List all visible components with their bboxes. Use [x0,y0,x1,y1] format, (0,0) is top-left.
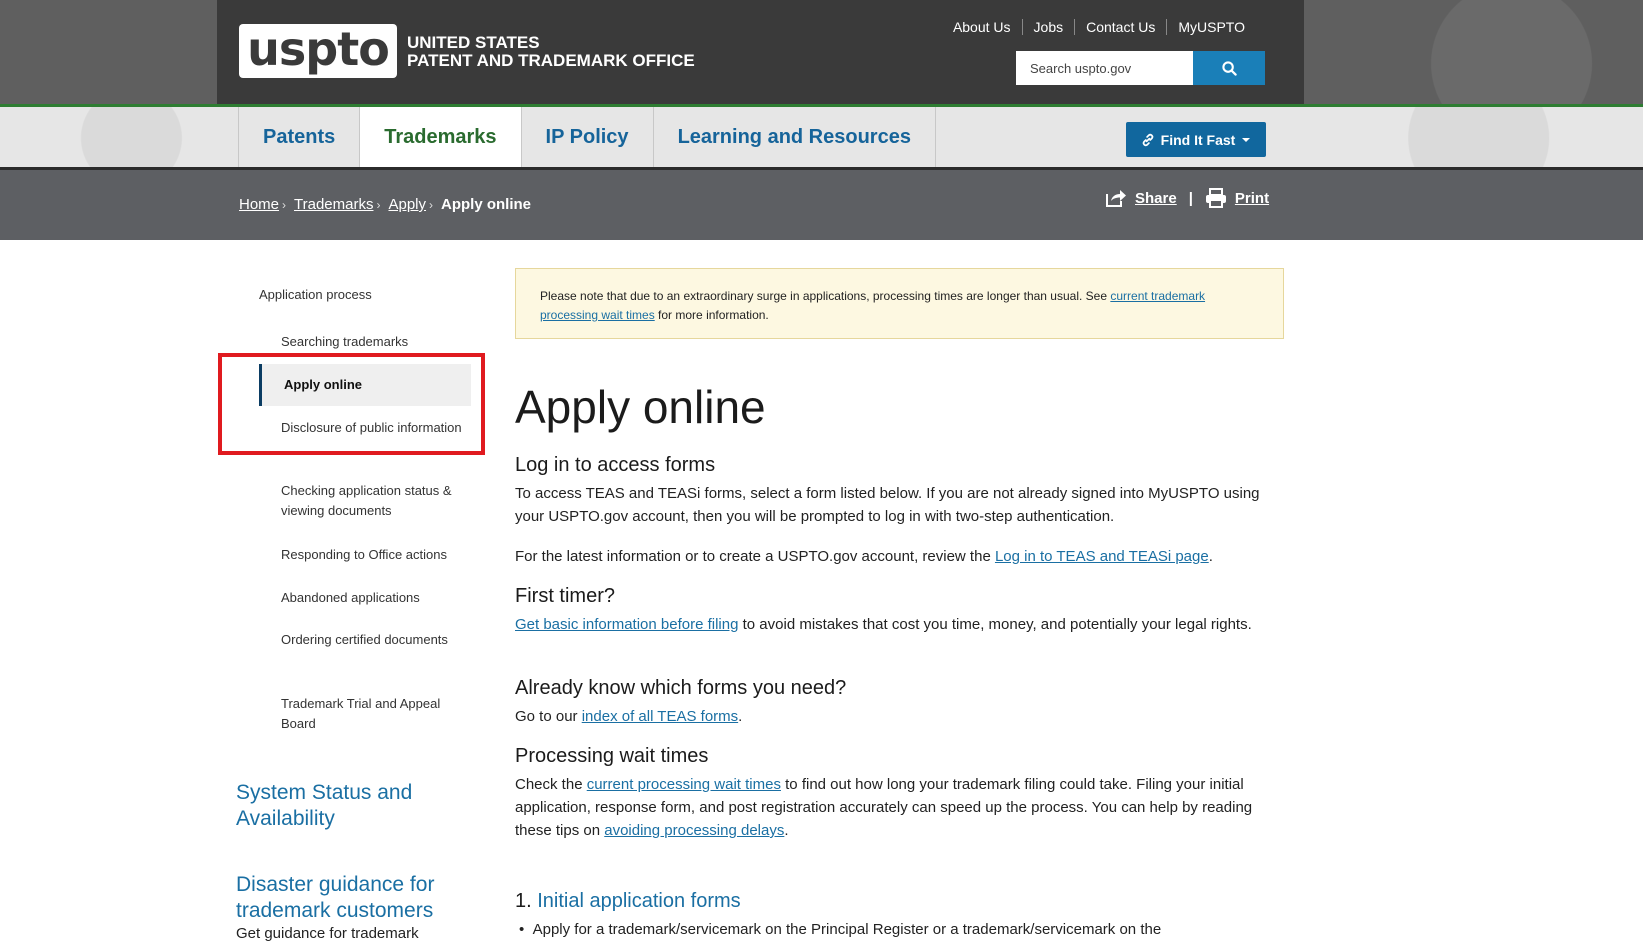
heading-login: Log in to access forms [515,454,716,476]
chevron-right-icon: › [376,197,381,212]
login-teas-link[interactable]: Log in to TEAS and TEASi page [995,548,1209,565]
page-title: Apply online [515,381,766,433]
nav-trademarks[interactable]: Trademarks [359,107,522,167]
sidebar-item-abandoned[interactable]: Abandoned applications [259,588,471,608]
util-link-jobs[interactable]: Jobs [1021,19,1075,35]
wait-times-link[interactable]: current processing wait times [587,776,781,793]
list-item-text: Apply for a trademark/servicemark on the… [532,921,1162,938]
wait-before: Check the [515,776,587,793]
paragraph-wait-times: Check the current processing wait times … [515,773,1285,842]
util-link-myuspto[interactable]: MyUSPTO [1166,19,1256,35]
initial-forms-link[interactable]: Initial application forms [537,890,740,912]
search-button[interactable] [1193,51,1265,85]
heading-first-timer: First timer? [515,585,615,607]
share-print-divider: | [1188,189,1193,207]
sidebar-item-ordering[interactable]: Ordering certified documents [259,630,471,650]
wait-after: . [784,822,789,839]
search-icon [1221,60,1237,76]
sidebar-item-ttab[interactable]: Trademark Trial and Appeal Board [259,694,471,734]
login-p2-after: . [1208,548,1213,565]
main-nav: Patents Trademarks IP Policy Learning an… [238,107,936,167]
nav-patents[interactable]: Patents [238,107,361,167]
know-before: Go to our [515,708,582,725]
print-link[interactable]: Print [1235,190,1269,207]
paragraph-know-forms: Go to our index of all TEAS forms. [515,705,1285,728]
agency-line-2: PATENT AND TRADEMARK OFFICE [407,51,695,70]
chevron-down-icon [1242,137,1251,142]
paragraph-login-2: For the latest information or to create … [515,545,1285,568]
paragraph-first-timer: Get basic information before filing to a… [515,613,1285,636]
agency-line-1: UNITED STATES [407,33,540,52]
sidebar-item-checking-status[interactable]: Checking application status & viewing do… [259,481,471,521]
heading-wait-times: Processing wait times [515,745,709,767]
chevron-right-icon: › [282,197,287,212]
share-icon [1106,190,1126,207]
sidebar-heading-disaster-guidance[interactable]: Disaster guidance for trademark customer… [236,872,466,924]
share-print-bar: Share | Print [1105,188,1269,208]
breadcrumb: Home › Trademarks › Apply › Apply online [239,196,531,213]
find-it-fast-label: Find It Fast [1160,131,1236,148]
breadcrumb-apply[interactable]: Apply [388,196,426,213]
list-item: • Apply for a trademark/servicemark on t… [519,921,1161,938]
sidebar-heading-system-status[interactable]: System Status and Availability [236,780,466,832]
nav-learning-resources[interactable]: Learning and Resources [652,107,936,167]
teas-index-link[interactable]: index of all TEAS forms [582,708,738,725]
initial-forms-number: 1. [515,890,538,912]
sidebar-item-responding[interactable]: Responding to Office actions [259,545,471,565]
print-icon [1205,188,1226,208]
breadcrumb-home[interactable]: Home [239,196,279,213]
sidebar-item-searching-trademarks[interactable]: Searching trademarks [259,332,471,352]
notice-banner: Please note that due to an extraordinary… [515,268,1284,339]
breadcrumb-current: Apply online [441,196,532,213]
uspto-logo[interactable]: uspto [239,24,397,78]
notice-text-after: for more information. [654,308,769,322]
avoid-delays-link[interactable]: avoiding processing delays [604,822,784,839]
agency-name: UNITED STATES PATENT AND TRADEMARK OFFIC… [407,34,695,70]
utility-links: About Us Jobs Contact Us MyUSPTO [942,19,1256,35]
site-search [1016,51,1265,85]
know-after: . [738,708,743,725]
util-link-contact[interactable]: Contact Us [1074,19,1166,35]
site-header: uspto UNITED STATES PATENT AND TRADEMARK… [217,0,1304,104]
share-link[interactable]: Share [1135,190,1177,207]
paragraph-login-1: To access TEAS and TEASi forms, select a… [515,485,1260,525]
breadcrumb-trademarks[interactable]: Trademarks [294,196,373,213]
heading-know-forms: Already know which forms you need? [515,677,847,699]
notice-text-before: Please note that due to an extraordinary… [540,289,1111,303]
search-input[interactable] [1016,51,1193,85]
sidebar-section-title[interactable]: Application process [259,287,372,302]
login-p2-before: For the latest information or to create … [515,548,995,565]
bullet-icon: • [519,921,533,938]
chevron-right-icon: › [429,197,434,212]
nav-ip-policy[interactable]: IP Policy [520,107,654,167]
heading-initial-forms: 1. Initial application forms [515,890,741,913]
link-icon [1142,133,1153,146]
util-link-about[interactable]: About Us [942,19,1022,35]
highlight-box [218,353,485,455]
first-timer-after: to avoid mistakes that cost you time, mo… [738,616,1252,633]
find-it-fast-button[interactable]: Find It Fast [1126,122,1266,157]
sidebar-sub-text: Get guidance for trademark [236,925,419,942]
basic-info-link[interactable]: Get basic information before filing [515,616,738,633]
